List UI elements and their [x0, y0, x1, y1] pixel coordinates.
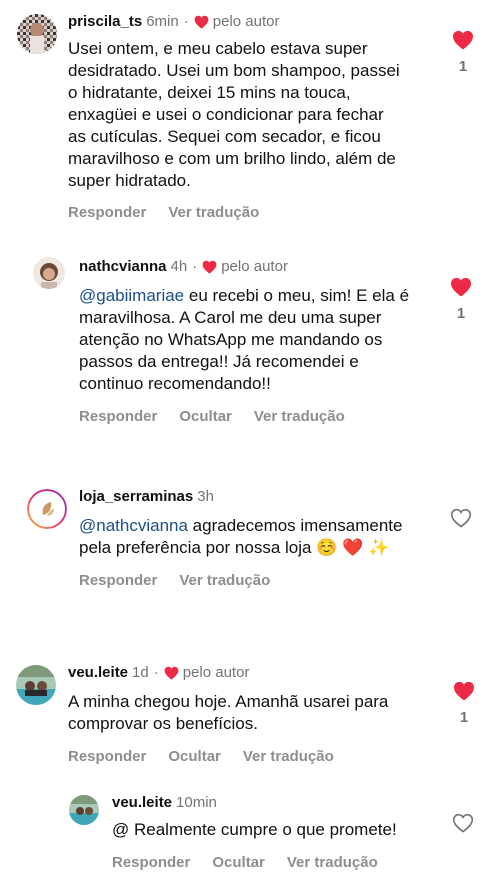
mention-link[interactable]: @nathcvianna: [79, 516, 188, 535]
like-count: 1: [458, 58, 468, 75]
hide-button[interactable]: Ocultar: [212, 854, 265, 871]
reply-button[interactable]: Responder: [79, 408, 157, 425]
emoji-group: ☺️ ❤️ ✨: [316, 538, 390, 557]
comment-actions: Responder Ocultar Ver tradução: [68, 748, 438, 765]
like-count: 1: [459, 709, 469, 726]
comment-actions: Responder Ocultar Ver tradução: [79, 408, 439, 425]
timestamp: 3h: [197, 488, 214, 505]
comment-text: @nathcvianna agradecemos imensamente pel…: [79, 515, 409, 559]
comment-meta: priscila_ts 6min · pelo autor: [68, 12, 448, 32]
timestamp: 6min: [146, 13, 179, 30]
timestamp: 4h: [170, 258, 188, 275]
comment-text: A minha chegou hoje. Amanhã usarei para …: [68, 692, 389, 733]
avatar[interactable]: [16, 665, 56, 705]
timestamp: 1d: [132, 664, 149, 681]
reply-button[interactable]: Responder: [68, 748, 146, 765]
translate-button[interactable]: Ver tradução: [287, 854, 378, 871]
comment-meta: veu.leite 1d · pelo autor: [68, 663, 438, 683]
reply-button[interactable]: Responder: [79, 572, 157, 589]
heart-icon: [194, 15, 209, 29]
username[interactable]: priscila_ts: [68, 12, 142, 32]
reply-button[interactable]: Responder: [112, 854, 190, 871]
like-button[interactable]: [451, 813, 475, 833]
like-button[interactable]: [449, 508, 473, 528]
hide-button[interactable]: Ocultar: [179, 408, 232, 425]
translate-button[interactable]: Ver tradução: [179, 572, 270, 589]
avatar[interactable]: [27, 489, 67, 529]
comment-actions: Responder Ver tradução: [68, 204, 448, 221]
comment-text: @ Realmente cumpre o que promete!: [112, 820, 397, 839]
heart-icon: [451, 277, 471, 297]
heart-outline-icon: [450, 508, 472, 528]
mention-link[interactable]: @gabiimariae: [79, 286, 184, 305]
like-count: 1: [456, 305, 466, 322]
comment-meta: nathcvianna 4h · pelo autor: [79, 257, 439, 277]
comment-meta: veu.leite 10min: [112, 793, 442, 813]
username[interactable]: veu.leite: [68, 663, 128, 683]
username[interactable]: nathcvianna: [79, 257, 167, 277]
comment-actions: Responder Ocultar Ver tradução: [112, 854, 442, 871]
avatar[interactable]: [69, 795, 99, 825]
translate-button[interactable]: Ver tradução: [168, 204, 259, 221]
username[interactable]: loja_serraminas: [79, 487, 193, 507]
like-button[interactable]: 1: [449, 277, 473, 322]
like-button[interactable]: 1: [451, 30, 475, 75]
username[interactable]: veu.leite: [112, 793, 172, 813]
heart-icon: [164, 666, 179, 680]
by-author-label: pelo autor: [182, 664, 250, 681]
heart-outline-icon: [452, 813, 474, 833]
reply-button[interactable]: Responder: [68, 204, 146, 221]
comment-actions: Responder Ver tradução: [79, 572, 439, 589]
hide-button[interactable]: Ocultar: [168, 748, 221, 765]
separator-dot: ·: [153, 664, 159, 681]
by-author-label: pelo autor: [212, 13, 280, 30]
timestamp: 10min: [176, 794, 217, 811]
heart-icon: [454, 681, 474, 701]
comment-text: Usei ontem, e meu cabelo estava super de…: [68, 39, 400, 190]
avatar[interactable]: [33, 257, 65, 289]
separator-dot: ·: [192, 258, 198, 275]
heart-icon: [202, 260, 217, 274]
by-author-label: pelo autor: [221, 258, 288, 275]
comment-meta: loja_serraminas 3h: [79, 487, 439, 507]
like-button[interactable]: 1: [452, 681, 476, 726]
translate-button[interactable]: Ver tradução: [243, 748, 334, 765]
translate-button[interactable]: Ver tradução: [254, 408, 345, 425]
heart-icon: [453, 30, 473, 50]
avatar[interactable]: [17, 14, 57, 54]
separator-dot: ·: [183, 13, 189, 30]
comment-text: @gabiimariae eu recebi o meu, sim! E ela…: [79, 285, 421, 395]
